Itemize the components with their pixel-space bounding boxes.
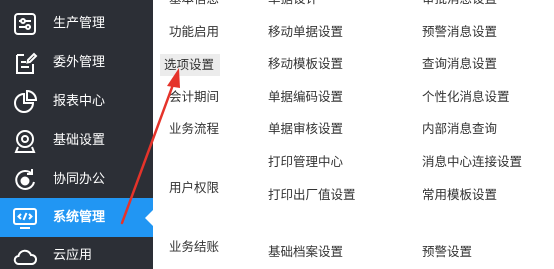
- menu-doc-design[interactable]: 单据设计: [268, 0, 318, 8]
- menu-warning-settings[interactable]: 预警设置: [422, 243, 472, 261]
- menu-mobile-doc-settings[interactable]: 移动单据设置: [268, 23, 343, 41]
- menu-print-factory-settings[interactable]: 打印出厂值设置: [268, 186, 356, 204]
- menu-basic-archive-settings[interactable]: 基础档案设置: [268, 243, 343, 261]
- category-user-permission: 用户权限: [169, 180, 220, 195]
- sidebar-item-cloud-apps[interactable]: 云应用: [0, 236, 153, 269]
- menu-accounting-period[interactable]: 会计期间: [169, 88, 219, 106]
- menu-mobile-template-settings[interactable]: 移动模板设置: [268, 55, 343, 73]
- sidebar-item-label: 云应用: [53, 248, 93, 263]
- sliders-icon: [11, 10, 39, 38]
- sidebar-item-label: 基础设置: [53, 133, 106, 148]
- category-basic-info: 基本信息: [169, 0, 219, 8]
- category-business-closing: 业务结账: [169, 239, 220, 254]
- sidebar-item-system-management[interactable]: 系统管理: [0, 198, 153, 237]
- sidebar: 生产管理 委外管理 报表中心 基础设置 协同办公 系统管理 云应用: [0, 0, 153, 269]
- menu-warning-msg-settings[interactable]: 预警消息设置: [422, 23, 497, 41]
- menu-feature-enable[interactable]: 功能启用: [169, 23, 219, 41]
- sidebar-item-collaboration[interactable]: 协同办公: [0, 160, 153, 199]
- settings-badge-icon: [11, 127, 39, 155]
- code-monitor-icon: [11, 204, 39, 232]
- active-indicator: [145, 210, 153, 226]
- sidebar-item-label: 报表中心: [53, 94, 106, 109]
- sidebar-item-label: 协同办公: [53, 172, 106, 187]
- menu-personal-msg-settings[interactable]: 个性化消息设置: [422, 88, 510, 106]
- sidebar-item-production[interactable]: 生产管理: [0, 4, 153, 43]
- cycle-icon: [11, 166, 39, 194]
- menu-common-template-settings[interactable]: 常用模板设置: [422, 186, 497, 204]
- sidebar-item-outsourcing[interactable]: 委外管理: [0, 43, 153, 82]
- pie-chart-icon: [11, 88, 39, 116]
- category-business-flow: 业务流程: [169, 121, 220, 136]
- menu-print-center[interactable]: 打印管理中心: [268, 153, 343, 171]
- menu-approval-msg-settings[interactable]: 审批消息设置: [422, 0, 497, 8]
- menu-doc-audit-settings[interactable]: 单据审核设置: [268, 120, 343, 138]
- menu-option-settings[interactable]: 选项设置: [160, 54, 221, 76]
- clipboard-edit-icon: [11, 49, 39, 77]
- cloud-icon: [11, 242, 39, 269]
- sidebar-item-label: 系统管理: [53, 210, 106, 225]
- menu-query-msg-settings[interactable]: 查询消息设置: [422, 55, 497, 73]
- menu-msg-center-connection[interactable]: 消息中心连接设置: [422, 153, 522, 171]
- sidebar-item-basic-settings[interactable]: 基础设置: [0, 121, 153, 160]
- sidebar-item-label: 生产管理: [53, 16, 106, 31]
- submenu-panel: 基本信息 功能启用 选项设置 会计期间 业务流程 用户权限 业务结账 单据设计 …: [153, 0, 554, 269]
- menu-doc-code-settings[interactable]: 单据编码设置: [268, 88, 343, 106]
- sidebar-item-label: 委外管理: [53, 55, 106, 70]
- menu-internal-msg-query[interactable]: 内部消息查询: [422, 120, 497, 138]
- sidebar-item-reports[interactable]: 报表中心: [0, 82, 153, 121]
